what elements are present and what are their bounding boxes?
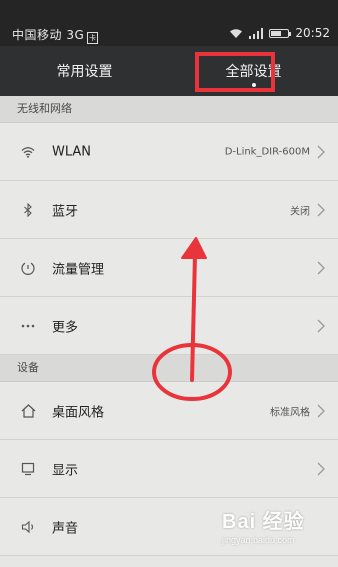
chevron-right-icon — [317, 462, 325, 475]
status-bar: 中国移动 3G 卡 20:52 — [0, 0, 338, 46]
setting-row-wlan[interactable]: WLAN D-Link_DIR-600M — [0, 123, 338, 181]
chevron-right-icon — [317, 203, 325, 216]
setting-row-bluetooth[interactable]: 蓝牙 关闭 — [0, 181, 338, 239]
setting-label: WLAN — [52, 144, 92, 159]
chevron-right-icon — [317, 319, 325, 332]
setting-row-data-usage[interactable]: 流量管理 — [0, 239, 338, 297]
setting-value: D-Link_DIR-600M — [224, 146, 310, 157]
setting-row-sound[interactable]: 声音 — [0, 498, 338, 556]
more-icon — [20, 318, 36, 334]
chevron-right-icon — [317, 404, 325, 417]
carrier-text: 中国移动 3G — [12, 28, 85, 42]
tab-label: 全部设置 — [225, 64, 282, 80]
wifi-icon — [20, 144, 36, 160]
setting-label: 声音 — [52, 521, 79, 536]
active-tab-indicator — [251, 83, 256, 87]
tab-common-settings[interactable]: 常用设置 — [0, 46, 169, 96]
tab-bar: 常用设置 全部设置 — [0, 46, 338, 96]
tab-label: 常用设置 — [56, 64, 113, 80]
setting-label: 流量管理 — [52, 262, 105, 277]
wifi-status-icon — [229, 28, 243, 39]
tab-all-settings[interactable]: 全部设置 — [169, 46, 338, 96]
bluetooth-icon — [20, 202, 36, 218]
display-icon — [20, 461, 36, 477]
sim-icon: 卡 — [87, 32, 99, 44]
sound-icon — [20, 519, 36, 535]
clock: 20:52 — [295, 26, 330, 40]
setting-value: 标准风格 — [270, 407, 310, 418]
settings-screen: 中国移动 3G 卡 20:52 常用设置 全部设置 无线和网络 WLAN D-L… — [0, 0, 338, 567]
setting-row-display[interactable]: 显示 — [0, 440, 338, 498]
setting-value: 关闭 — [290, 206, 310, 217]
setting-label: 蓝牙 — [52, 204, 79, 219]
chevron-right-icon — [317, 261, 325, 274]
settings-list: 无线和网络 WLAN D-Link_DIR-600M 蓝牙 关闭 流量管理 更多… — [0, 96, 338, 556]
setting-row-more[interactable]: 更多 — [0, 297, 338, 355]
setting-label: 更多 — [52, 320, 79, 335]
setting-label: 显示 — [52, 463, 79, 478]
home-icon — [20, 403, 36, 419]
status-icons: 20:52 — [229, 26, 330, 40]
data-usage-icon — [20, 260, 36, 276]
battery-icon — [269, 28, 292, 38]
battery-level — [271, 30, 282, 36]
carrier-label: 中国移动 3G 卡 — [12, 26, 99, 44]
setting-label: 桌面风格 — [52, 405, 105, 420]
setting-row-home-style[interactable]: 桌面风格 标准风格 — [0, 382, 338, 440]
chevron-right-icon — [317, 145, 325, 158]
section-header-device: 设备 — [0, 355, 338, 382]
signal-icon — [249, 27, 264, 39]
section-header-network: 无线和网络 — [0, 96, 338, 123]
